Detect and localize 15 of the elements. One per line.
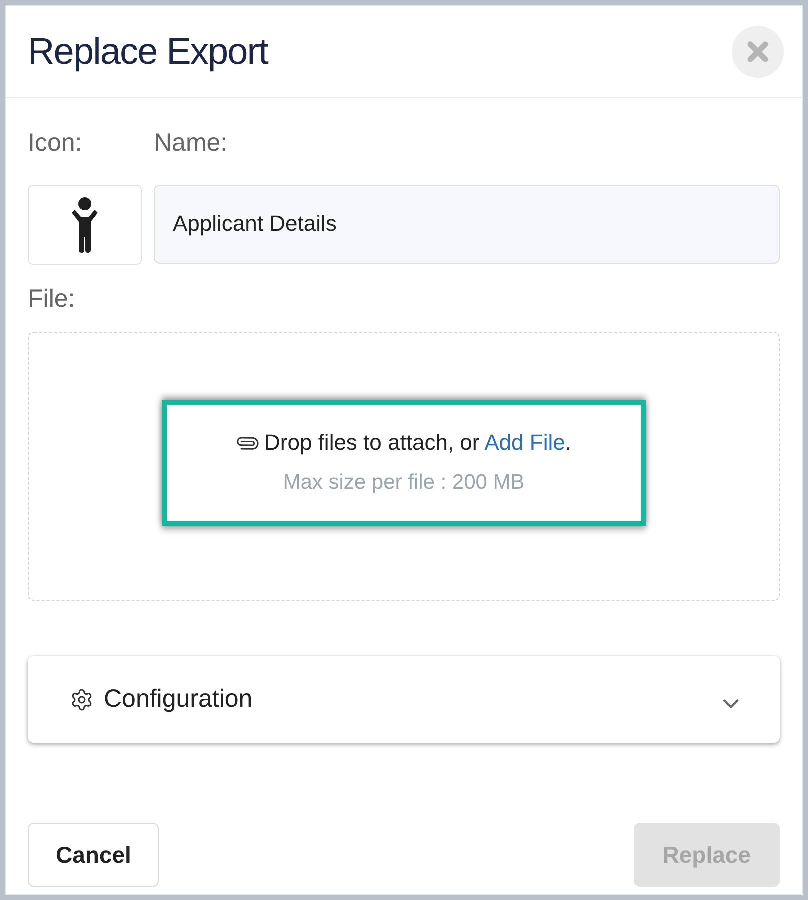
dropzone[interactable]: Drop files to attach, or Add File. Max size per file : 200 MB: [28, 332, 780, 601]
configuration-panel[interactable]: Configuration: [28, 656, 780, 743]
dialog-title: Replace Export: [28, 30, 268, 74]
file-label: File:: [28, 284, 76, 314]
cancel-button[interactable]: Cancel: [28, 823, 160, 887]
person-icon: [70, 196, 100, 252]
configuration-label: Configuration: [104, 684, 253, 715]
max-size-hint: Max size per file : 200 MB: [283, 470, 525, 496]
settings-icon: [70, 688, 94, 712]
name-label: Name:: [154, 128, 228, 159]
name-field[interactable]: Applicant Details: [154, 184, 780, 264]
drop-instructions: Drop files to attach, or Add File.: [264, 429, 572, 458]
add-file-link[interactable]: Add File: [484, 430, 566, 456]
icon-picker[interactable]: [28, 184, 142, 264]
icon-label: Icon:: [28, 128, 84, 159]
